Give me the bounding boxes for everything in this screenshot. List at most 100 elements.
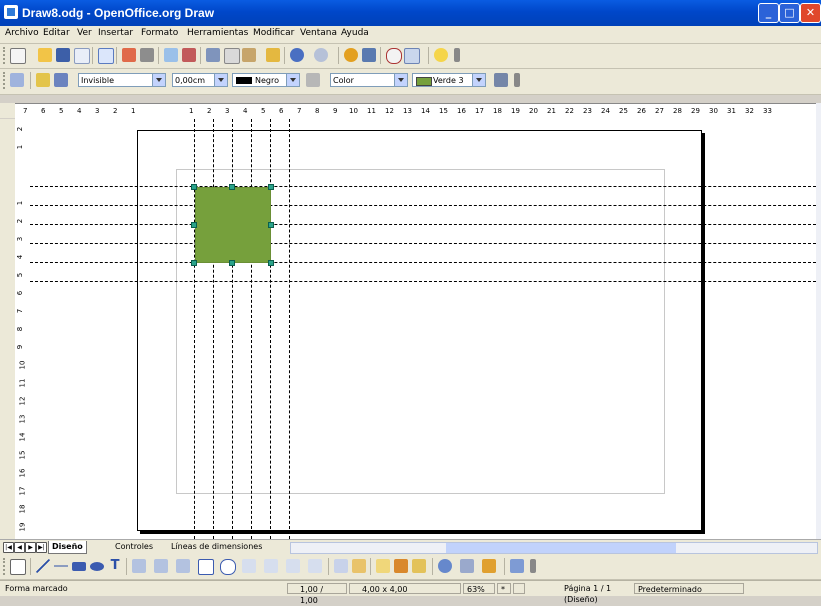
area-fill-icon[interactable] xyxy=(306,73,320,87)
snap-line-horizontal[interactable] xyxy=(30,186,816,187)
area-color-select[interactable]: Verde 3 xyxy=(412,73,486,87)
green-square-shape[interactable] xyxy=(195,187,271,263)
toolbar-overflow-icon[interactable] xyxy=(530,559,536,573)
symbol-shapes-icon[interactable] xyxy=(220,559,236,575)
navigator-icon[interactable] xyxy=(362,48,376,62)
no-entry-icon[interactable] xyxy=(386,48,402,64)
status-zoom[interactable]: 63% xyxy=(463,583,495,594)
extrusion-icon[interactable] xyxy=(510,559,524,573)
maximize-button[interactable]: □ xyxy=(779,3,800,23)
prev-tab-icon[interactable]: ◀ xyxy=(14,542,25,553)
selection-handle[interactable] xyxy=(229,260,235,266)
snap-line-vertical[interactable] xyxy=(251,119,252,539)
snap-line-vertical[interactable] xyxy=(270,119,271,539)
print-icon[interactable] xyxy=(140,48,154,62)
menu-herramientas[interactable]: Herramientas xyxy=(187,28,248,38)
toolbar-grip[interactable] xyxy=(3,47,8,64)
selection-handle[interactable] xyxy=(229,184,235,190)
line-color-select[interactable]: Negro xyxy=(232,73,300,87)
last-tab-icon[interactable]: ▶| xyxy=(36,542,47,553)
export-pdf-icon[interactable] xyxy=(122,48,136,62)
gallery-icon[interactable] xyxy=(412,559,426,573)
vertical-scrollbar[interactable] xyxy=(816,103,821,539)
toolbar-overflow-icon[interactable] xyxy=(454,48,460,62)
help-icon[interactable] xyxy=(434,48,448,62)
points-icon[interactable] xyxy=(334,559,348,573)
menu-insertar[interactable]: Insertar xyxy=(98,28,133,38)
stars-icon[interactable] xyxy=(308,559,322,573)
line-style-select[interactable]: Invisible xyxy=(78,73,166,87)
edit-file-icon[interactable] xyxy=(98,48,114,64)
menu-editar[interactable]: Editar xyxy=(43,28,70,38)
area-style-select[interactable]: Color xyxy=(330,73,408,87)
connector-tool-icon[interactable] xyxy=(154,559,168,573)
selection-handle[interactable] xyxy=(268,260,274,266)
line-tool-icon[interactable] xyxy=(36,559,50,573)
autospellcheck-icon[interactable] xyxy=(182,48,196,62)
shadow-icon[interactable] xyxy=(494,73,508,87)
callouts-icon[interactable] xyxy=(286,559,300,573)
snap-line-vertical[interactable] xyxy=(194,119,195,539)
horizontal-ruler[interactable]: 7 6 5 4 3 2 1 1 2 3 4 5 6 7 8 9 10 11 12… xyxy=(15,103,821,120)
horizontal-scrollbar[interactable] xyxy=(290,542,818,554)
format-paintbrush-icon[interactable] xyxy=(266,48,280,62)
toolbar-grip[interactable] xyxy=(3,72,8,89)
tab-lineas-dimensiones[interactable]: Líneas de dimensiones xyxy=(168,541,265,553)
line-width-spinner[interactable]: 0,00cm xyxy=(172,73,228,87)
toolbar-grip[interactable] xyxy=(3,558,8,575)
snap-line-vertical[interactable] xyxy=(213,119,214,539)
snap-line-horizontal[interactable] xyxy=(30,243,816,244)
chevron-down-icon[interactable] xyxy=(472,74,485,86)
from-file-icon[interactable] xyxy=(394,559,408,573)
rotate-icon[interactable] xyxy=(438,559,452,573)
selection-handle[interactable] xyxy=(191,222,197,228)
spin-icon[interactable] xyxy=(214,74,227,86)
snap-line-horizontal[interactable] xyxy=(30,281,816,282)
selection-handle[interactable] xyxy=(191,184,197,190)
snap-line-vertical[interactable] xyxy=(289,119,290,539)
glue-points-icon[interactable] xyxy=(352,559,366,573)
flowchart-icon[interactable] xyxy=(264,559,278,573)
selection-handle[interactable] xyxy=(191,260,197,266)
menu-ventana[interactable]: Ventana xyxy=(300,28,337,38)
undo-icon[interactable] xyxy=(290,48,304,62)
arrow-line-tool-icon[interactable] xyxy=(54,559,68,573)
snap-line-vertical[interactable] xyxy=(232,119,233,539)
tab-diseno[interactable]: Diseño xyxy=(48,541,87,554)
status-selection-mode[interactable] xyxy=(513,583,525,594)
chevron-down-icon[interactable] xyxy=(286,74,299,86)
rectangle-tool-icon[interactable] xyxy=(72,562,86,571)
menu-formato[interactable]: Formato xyxy=(141,28,178,38)
first-tab-icon[interactable]: |◀ xyxy=(3,542,14,553)
selection-handle[interactable] xyxy=(268,184,274,190)
menu-modificar[interactable]: Modificar xyxy=(253,28,294,38)
block-arrows-icon[interactable] xyxy=(242,559,256,573)
toolbar-overflow-icon[interactable] xyxy=(514,73,520,87)
save-icon[interactable] xyxy=(56,48,70,62)
alignment-icon[interactable] xyxy=(460,559,474,573)
curve-tool-icon[interactable] xyxy=(132,559,146,573)
chevron-down-icon[interactable] xyxy=(394,74,407,86)
arrange-icon[interactable] xyxy=(482,559,496,573)
selection-handle[interactable] xyxy=(268,222,274,228)
styles-icon[interactable] xyxy=(10,73,24,87)
tab-controles[interactable]: Controles xyxy=(112,541,156,553)
cut-icon[interactable] xyxy=(206,48,220,62)
scroll-thumb[interactable] xyxy=(446,543,676,553)
text-tool-icon[interactable]: T xyxy=(108,559,122,573)
line-icon[interactable] xyxy=(36,73,50,87)
menu-ver[interactable]: Ver xyxy=(77,28,92,38)
basic-shapes-icon[interactable] xyxy=(198,559,214,575)
lines-arrows-icon[interactable] xyxy=(176,559,190,573)
redo-icon[interactable] xyxy=(314,48,328,62)
minimize-button[interactable]: _ xyxy=(758,3,779,23)
fontwork-icon[interactable] xyxy=(376,559,390,573)
vertical-ruler[interactable]: 2 1 1 2 3 4 5 6 7 8 9 10 11 12 13 14 15 … xyxy=(15,119,31,539)
menu-archivo[interactable]: Archivo xyxy=(5,28,39,38)
close-button[interactable]: ✕ xyxy=(800,3,821,23)
menu-ayuda[interactable]: Ayuda xyxy=(341,28,369,38)
next-tab-icon[interactable]: ▶ xyxy=(25,542,36,553)
spellcheck-icon[interactable] xyxy=(164,48,178,62)
snap-line-horizontal[interactable] xyxy=(30,262,816,263)
snap-line-horizontal[interactable] xyxy=(30,224,816,225)
